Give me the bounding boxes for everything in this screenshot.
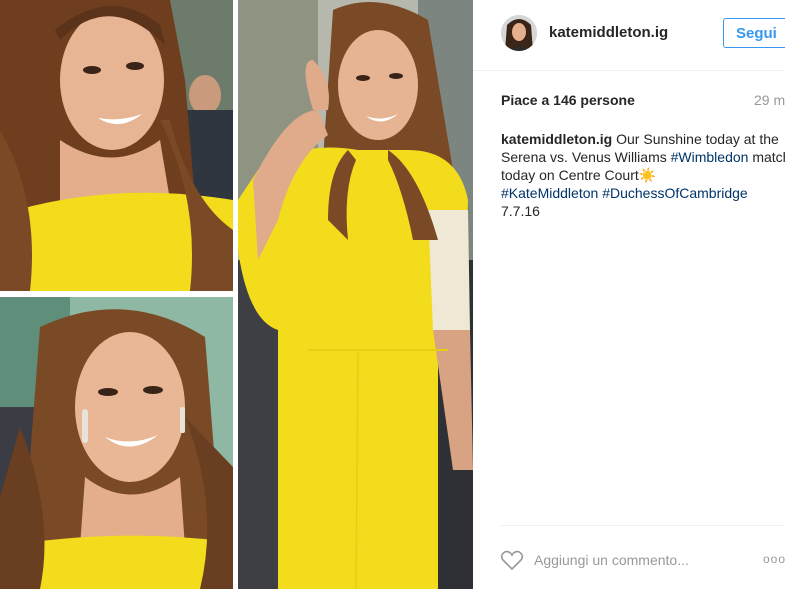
post-header: katemiddleton.ig Segui	[473, 0, 785, 71]
photo-laughing-portrait	[0, 297, 233, 589]
username[interactable]: katemiddleton.ig	[549, 24, 668, 41]
photo-smiling-portrait	[0, 0, 233, 291]
follow-button[interactable]: Segui	[723, 18, 785, 48]
heart-icon[interactable]	[500, 549, 524, 571]
avatar[interactable]	[501, 15, 537, 51]
likes-count[interactable]: Piace a 146 persone	[501, 92, 635, 108]
comment-input[interactable]	[534, 549, 734, 571]
hashtag-katemiddleton[interactable]: #KateMiddleton	[501, 185, 598, 201]
hashtag-duchessofcambridge[interactable]: #DuchessOfCambridge	[602, 185, 748, 201]
post-timestamp[interactable]: 29 m	[754, 92, 785, 108]
more-options-icon[interactable]: ooo	[763, 552, 785, 566]
divider	[501, 525, 785, 526]
caption-date: 7.7.16	[501, 203, 540, 219]
post-caption: katemiddleton.ig Our Sunshine today at t…	[501, 130, 785, 220]
post-sidebar: katemiddleton.ig Segui Piace a 146 perso…	[473, 0, 785, 589]
post-image-collage[interactable]	[0, 0, 473, 589]
photo-yellow-dress	[238, 0, 473, 589]
hashtag-wimbledon[interactable]: #Wimbledon	[671, 149, 749, 165]
caption-author[interactable]: katemiddleton.ig	[501, 131, 612, 147]
